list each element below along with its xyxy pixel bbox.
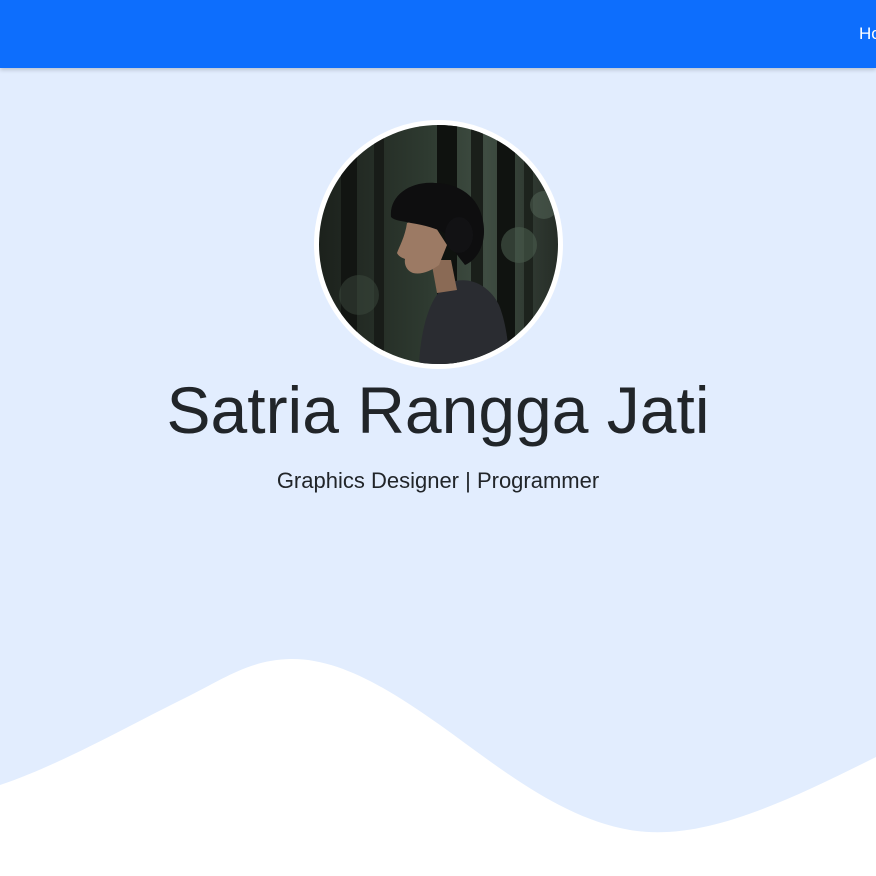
page: Home (0, 0, 876, 876)
nav-link-home[interactable]: Home (859, 24, 876, 44)
profile-avatar (314, 120, 563, 369)
profile-name: Satria Rangga Jati (166, 373, 710, 447)
navbar: Home (0, 0, 876, 68)
profile-tagline: Graphics Designer | Programmer (276, 468, 600, 493)
profile-photo (319, 125, 558, 364)
